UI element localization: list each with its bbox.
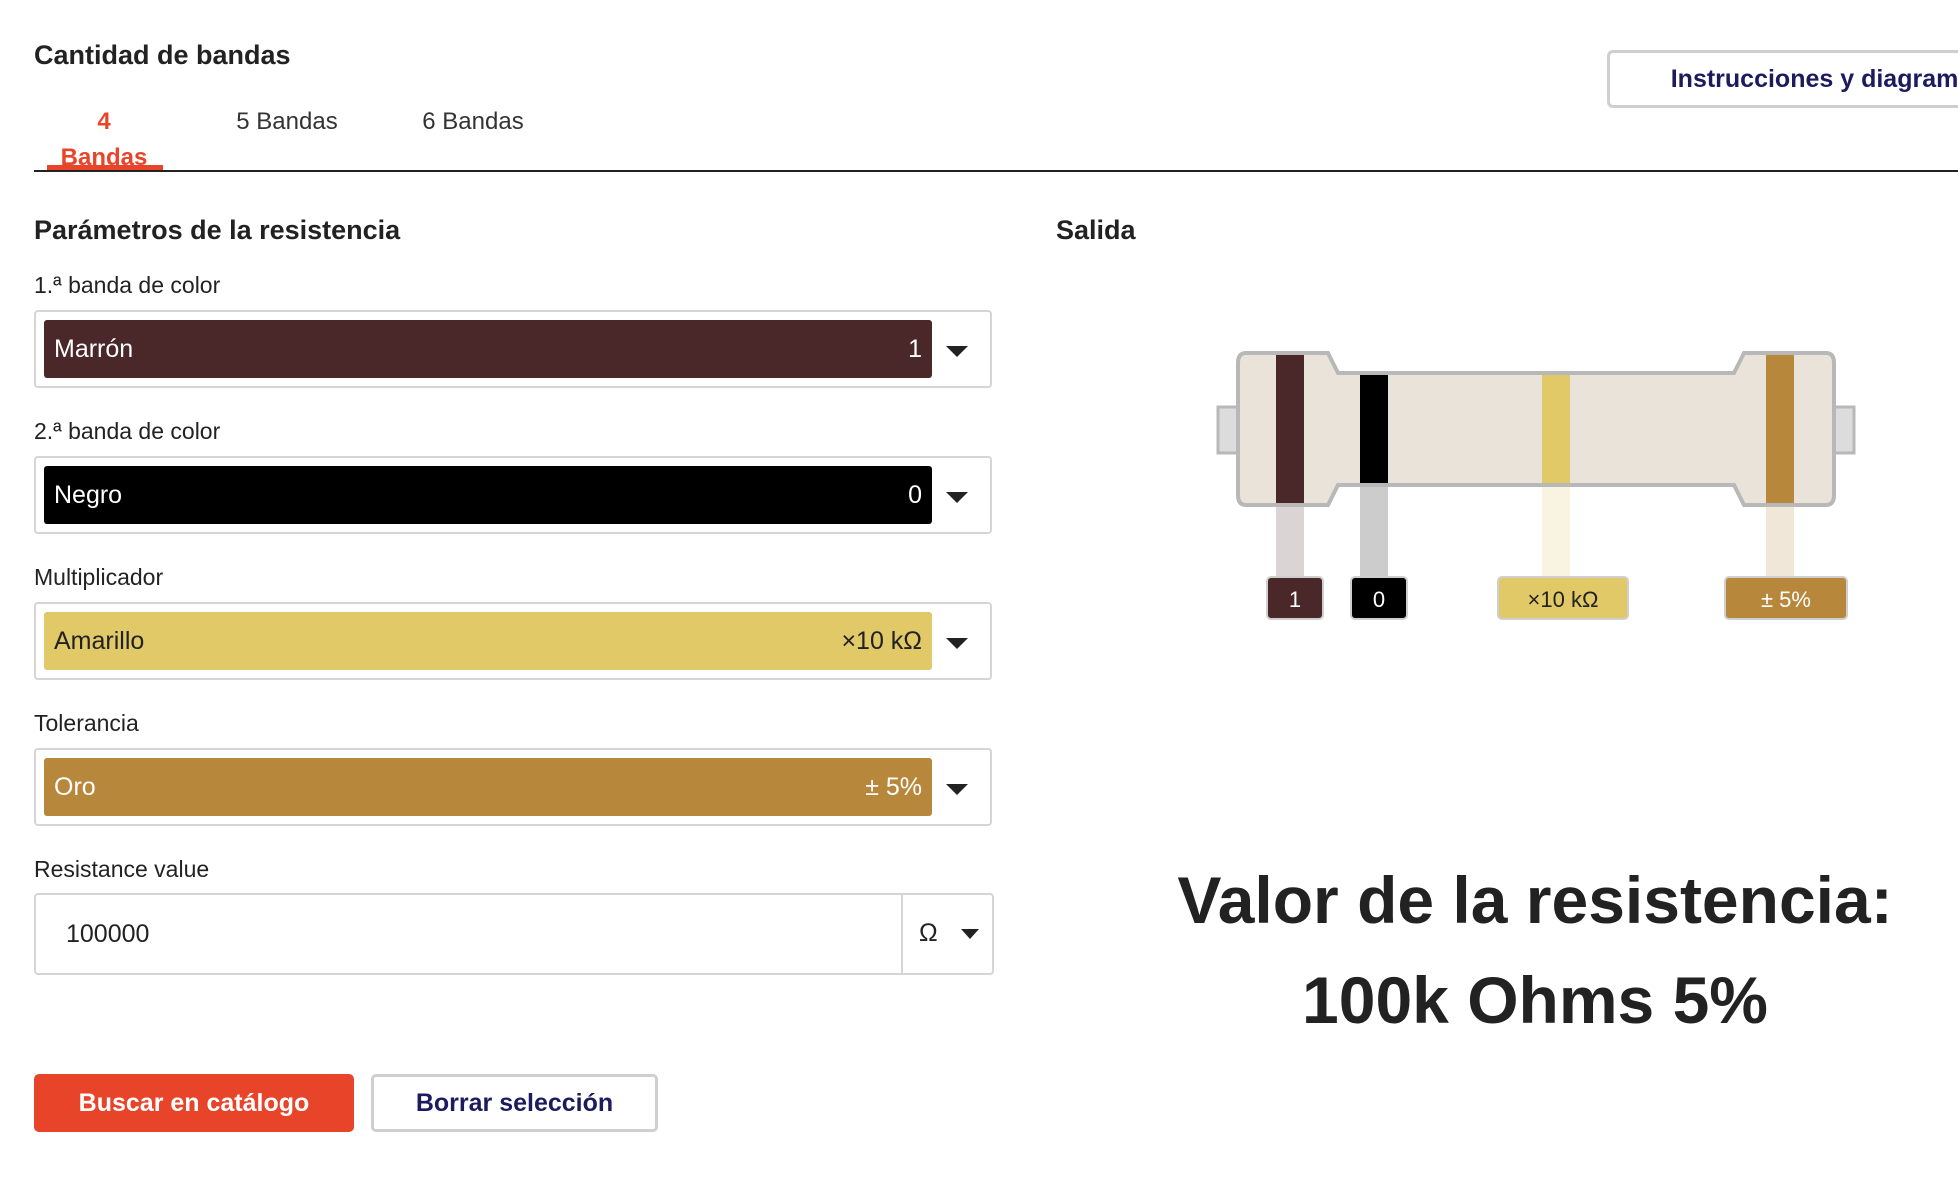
band2-label: 2.ª banda de color [34, 418, 221, 444]
band-connector-4 [1766, 507, 1794, 579]
svg-text:± 5%: ± 5% [1761, 587, 1811, 612]
tab-6-bands[interactable]: 6 Bandas [418, 104, 528, 164]
band-connector-3 [1542, 487, 1570, 579]
resistance-value-input[interactable] [36, 895, 901, 973]
band-count-title: Cantidad de bandas [34, 40, 291, 70]
band1-select[interactable]: Marrón 1 [34, 310, 992, 388]
tab-5-bands[interactable]: 5 Bandas [232, 104, 342, 164]
tolerance-swatch: Oro ± 5% [44, 758, 932, 816]
multiplier-swatch: Amarillo ×10 kΩ [44, 612, 932, 670]
result-text: Valor de la resistencia: 100k Ohms 5% [1135, 850, 1935, 1050]
band-connector-1 [1276, 507, 1304, 579]
band2-value: 0 [908, 481, 922, 509]
band2-swatch: Negro 0 [44, 466, 932, 524]
band-connector-2 [1360, 487, 1388, 579]
tolerance-color-name: Oro [54, 773, 96, 801]
resistor-band-1 [1276, 355, 1304, 503]
band1-color-name: Marrón [54, 335, 134, 363]
chevron-down-icon [961, 929, 979, 939]
multiplier-label: Multiplicador [34, 564, 164, 590]
chevron-down-icon [946, 784, 968, 795]
unit-select[interactable]: Ω [901, 895, 992, 973]
resistor-band-4 [1766, 355, 1794, 503]
resistor-band-3 [1542, 375, 1570, 483]
multiplier-select[interactable]: Amarillo ×10 kΩ [34, 602, 992, 680]
chevron-down-icon [946, 492, 968, 503]
output-title: Salida [1056, 215, 1136, 245]
multiplier-value: ×10 kΩ [841, 627, 922, 655]
tab-4-bands[interactable]: 4 Bandas [54, 104, 154, 171]
tolerance-value: ± 5% [865, 773, 922, 801]
resistor-band-2 [1360, 375, 1388, 483]
result-line-1: Valor de la resistencia: [1177, 863, 1893, 937]
clear-selection-button[interactable]: Borrar selección [371, 1074, 658, 1132]
result-line-2: 100k Ohms 5% [1302, 963, 1768, 1037]
tolerance-label: Tolerancia [34, 710, 139, 736]
band-count-tabs: 4 Bandas 5 Bandas 6 Bandas [34, 96, 1958, 172]
band1-label: 1.ª banda de color [34, 272, 221, 298]
band2-color-name: Negro [54, 481, 123, 509]
band-tag-3: ×10 kΩ [1497, 576, 1629, 620]
band2-select[interactable]: Negro 0 [34, 456, 992, 534]
band1-value: 1 [908, 335, 922, 363]
band1-swatch: Marrón 1 [44, 320, 932, 378]
band-tag-2: 0 [1350, 576, 1408, 620]
svg-text:×10 kΩ: ×10 kΩ [1528, 587, 1599, 612]
resistor-calculator: Cantidad de bandas Instrucciones y diagr… [0, 0, 1958, 1180]
svg-text:1: 1 [1289, 587, 1301, 612]
chevron-down-icon [946, 346, 968, 357]
unit-label: Ω [919, 919, 938, 947]
resistance-value-group: Ω [34, 893, 994, 975]
search-catalog-button[interactable]: Buscar en catálogo [34, 1074, 354, 1132]
chevron-down-icon [946, 638, 968, 649]
multiplier-color-name: Amarillo [54, 627, 145, 655]
band-tag-4: ± 5% [1724, 576, 1848, 620]
tabs-divider [34, 170, 1958, 172]
resistor-body [1236, 351, 1836, 507]
svg-text:0: 0 [1373, 587, 1385, 612]
params-title: Parámetros de la resistencia [34, 215, 401, 245]
tolerance-select[interactable]: Oro ± 5% [34, 748, 992, 826]
band-tag-1: 1 [1266, 576, 1324, 620]
resistance-value-label: Resistance value [34, 856, 210, 882]
resistor-diagram: 1 0 ×10 kΩ ± 5% [1216, 351, 1856, 620]
